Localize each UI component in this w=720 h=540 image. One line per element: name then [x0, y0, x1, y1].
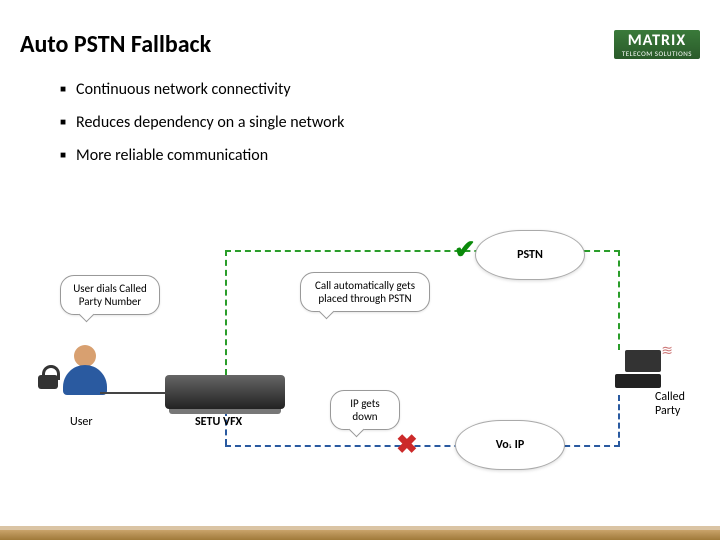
cross-icon: ✖ [396, 428, 418, 460]
path-green [225, 250, 227, 375]
page-title: Auto PSTN Fallback [20, 30, 211, 59]
setu-vfx-device-icon [165, 375, 285, 409]
speech-ip-down: IP gets down [330, 390, 400, 430]
bullet-item: Continuous network connectivity [60, 80, 344, 99]
logo-sub: TELECOM SOLUTIONS [622, 50, 692, 58]
called-party-label: Called Party [655, 390, 700, 418]
desk-phone-icon [38, 375, 58, 389]
signal-icon: ≋ [661, 342, 673, 359]
logo-brand: MATRIX [628, 32, 686, 50]
bullet-list: Continuous network connectivity Reduces … [60, 80, 344, 179]
voip-cloud: Vo. IP [455, 420, 565, 470]
cable-line [100, 392, 170, 394]
voip-cloud-label: Vo. IP [496, 438, 525, 452]
bullet-item: More reliable communication [60, 146, 344, 165]
ip-phone-icon: ≋ [615, 350, 665, 392]
pstn-cloud-label: PSTN [517, 248, 543, 262]
path-blue [618, 395, 620, 447]
device-label: SETU VFX [195, 415, 242, 429]
path-green [618, 250, 620, 350]
user-label: User [70, 415, 93, 429]
diagram-area: PSTN Vo. IP User dials Called Party Numb… [0, 230, 720, 510]
user-icon [55, 345, 115, 405]
speech-user-dials: User dials Called Party Number [60, 275, 160, 315]
footer-bar [0, 530, 720, 540]
brand-logo: MATRIX TELECOM SOLUTIONS [614, 30, 700, 59]
speech-auto-pstn: Call automatically gets placed through P… [300, 272, 430, 312]
bullet-item: Reduces dependency on a single network [60, 113, 344, 132]
pstn-cloud: PSTN [475, 230, 585, 280]
check-icon: ✔ [454, 233, 476, 265]
